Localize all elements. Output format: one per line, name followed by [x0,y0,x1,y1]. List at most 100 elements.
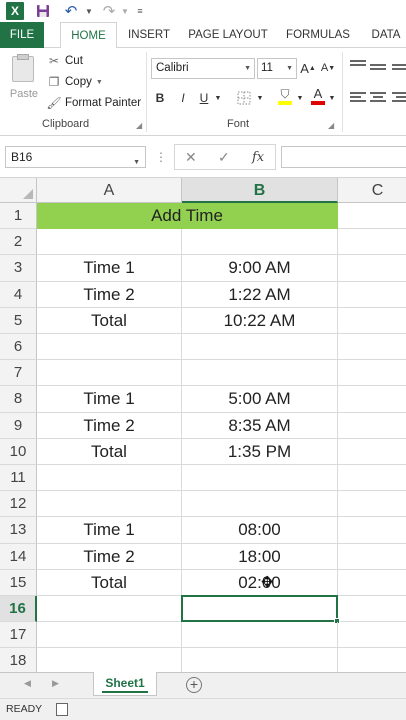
time-cell[interactable] [182,360,338,387]
row-header[interactable]: 7 [0,360,37,387]
font-name-select[interactable]: Calibri ▼ [151,58,255,79]
select-all-button[interactable] [0,178,37,203]
tab-page-layout[interactable]: PAGE LAYOUT [186,22,270,48]
time-cell[interactable]: 8:35 AM [182,412,338,439]
borders-dropdown-icon[interactable]: ▼ [256,88,264,108]
label-cell[interactable] [37,465,182,492]
insert-function-icon[interactable]: fx [252,146,264,168]
row-header[interactable]: 2 [0,229,37,256]
label-cell[interactable] [37,491,182,518]
row-header[interactable]: 11 [0,465,37,492]
undo-dropdown-icon[interactable]: ▼ [84,2,94,20]
label-cell[interactable] [37,648,182,672]
empty-cell[interactable] [338,570,406,596]
font-color-button[interactable]: A [310,86,326,106]
paste-button[interactable]: Paste [6,54,38,102]
grow-font-button[interactable]: A ▲ [300,58,316,78]
format-painter-button[interactable]: 🖌 Format Painter [46,94,141,112]
label-cell[interactable]: Total [37,438,182,465]
empty-cell[interactable] [338,203,406,230]
label-cell[interactable]: Time 1 [37,386,182,413]
row-header[interactable]: 15 [0,569,37,596]
empty-cell[interactable] [338,648,406,672]
time-cell[interactable] [182,334,338,361]
column-header-a[interactable]: A [37,178,182,203]
label-cell[interactable]: Total [37,569,182,596]
time-cell[interactable]: 9:00 AM [182,255,338,282]
title-cell[interactable]: Add Time [37,203,338,230]
label-cell[interactable]: Time 1 [37,255,182,282]
enter-icon[interactable]: ✓ [218,146,230,168]
label-cell[interactable]: Time 2 [37,281,182,308]
copy-dropdown-icon[interactable]: ▼ [96,79,103,86]
empty-cell[interactable] [338,439,406,465]
time-cell[interactable]: 1:35 PM [182,438,338,465]
tab-data[interactable]: DATA [366,22,406,48]
tab-home[interactable]: HOME [60,22,117,49]
time-cell[interactable]: 10:22 AM [182,307,338,334]
tab-file[interactable]: FILE [0,22,44,48]
column-header-b[interactable]: B [182,178,338,203]
empty-cell[interactable] [338,544,406,570]
row-header[interactable]: 17 [0,622,37,649]
customize-qat-icon[interactable]: ≡ [135,2,145,20]
time-cell[interactable] [182,229,338,256]
time-cell[interactable]: 18:00 [182,543,338,570]
row-header[interactable]: 18 [0,648,37,672]
font-color-dropdown-icon[interactable]: ▼ [328,88,336,108]
empty-cell[interactable] [338,229,406,256]
clipboard-launcher-icon[interactable]: ◢ [136,121,142,130]
undo-icon[interactable]: ↶ [62,2,80,20]
time-cell[interactable]: 5:00 AM [182,386,338,413]
row-header[interactable]: 16 [0,596,37,623]
label-cell[interactable]: Time 1 [37,517,182,544]
font-size-select[interactable]: 11 ▼ [257,58,297,79]
align-top-icon[interactable] [350,60,366,72]
cut-button[interactable]: ✂ Cut [46,52,83,70]
label-cell[interactable] [37,622,182,649]
empty-cell[interactable] [338,282,406,308]
row-header[interactable]: 14 [0,543,37,570]
empty-cell[interactable] [338,360,406,387]
underline-button[interactable]: U [197,88,211,108]
time-cell[interactable]: 02:00 [182,569,338,596]
row-header[interactable]: 6 [0,334,37,361]
column-header-c[interactable]: C [338,178,406,203]
time-cell[interactable] [182,491,338,518]
copy-button[interactable]: ❐ Copy ▼ [46,73,103,91]
tab-insert[interactable]: INSERT [126,22,172,48]
next-sheet-icon[interactable]: ▶ [52,678,59,689]
row-header[interactable]: 12 [0,491,37,518]
row-header[interactable]: 5 [0,307,37,334]
formula-input[interactable] [281,146,406,168]
fill-color-dropdown-icon[interactable]: ▼ [296,88,304,108]
align-right-icon[interactable] [392,92,406,104]
align-bottom-icon[interactable] [392,64,406,76]
cancel-icon[interactable]: ✕ [185,146,197,168]
empty-cell[interactable] [338,255,406,282]
row-header[interactable]: 8 [0,386,37,413]
time-cell[interactable] [182,622,338,649]
label-cell[interactable] [37,229,182,256]
empty-cell[interactable] [338,596,406,623]
borders-button[interactable] [236,88,252,108]
sheet-tab-sheet1[interactable]: Sheet1 [93,672,157,696]
add-sheet-icon[interactable]: + [186,677,202,693]
redo-icon[interactable]: ↷ [100,2,118,20]
name-box[interactable]: B16 ▼ [5,146,146,168]
empty-cell[interactable] [338,308,406,334]
redo-dropdown-icon[interactable]: ▼ [120,2,130,20]
save-icon[interactable] [35,2,51,20]
label-cell[interactable] [37,596,182,623]
row-header[interactable]: 10 [0,438,37,465]
empty-cell[interactable] [338,413,406,439]
row-header[interactable]: 13 [0,517,37,544]
label-cell[interactable] [37,334,182,361]
label-cell[interactable] [37,360,182,387]
label-cell[interactable]: Total [37,307,182,334]
fill-color-button[interactable]: ⛉ [276,86,294,106]
font-launcher-icon[interactable]: ◢ [328,121,334,130]
time-cell[interactable] [182,465,338,492]
align-left-icon[interactable] [350,92,366,104]
time-cell[interactable]: 08:00 [182,517,338,544]
